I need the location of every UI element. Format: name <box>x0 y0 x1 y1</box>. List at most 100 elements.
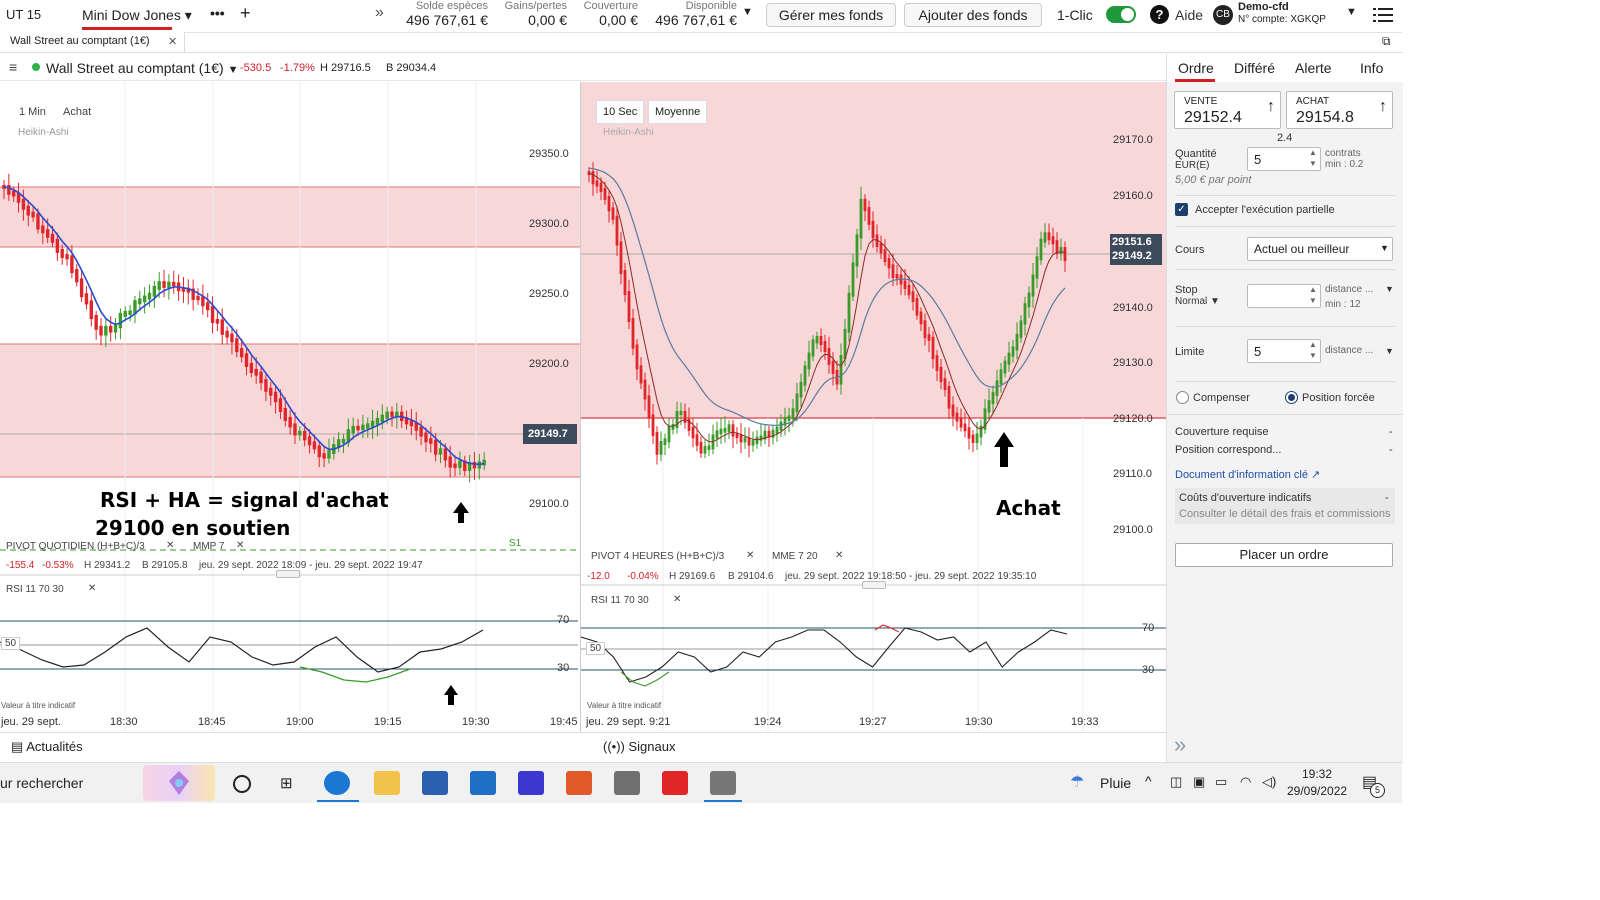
chevron-down-icon[interactable]: ▼ <box>1309 351 1317 360</box>
more-button[interactable]: ••• <box>210 5 225 21</box>
chevron-up-icon[interactable]: ▲ <box>1309 148 1317 157</box>
close-icon[interactable]: ✕ <box>673 594 681 605</box>
candle-body <box>230 333 234 343</box>
costs-box[interactable]: Coûts d'ouverture indicatifs - Consulter… <box>1175 488 1395 524</box>
chevron-down-icon[interactable]: ▼ <box>1346 6 1357 18</box>
chevron-down-icon[interactable]: ▼ <box>1309 296 1317 305</box>
limit-stepper[interactable]: 5 ▲ ▼ <box>1247 339 1321 363</box>
news-tab[interactable]: ▤ Actualités <box>11 739 83 755</box>
tab-alert[interactable]: Alerte <box>1295 60 1332 76</box>
price-label: Cours <box>1175 244 1205 256</box>
store-icon[interactable] <box>422 771 448 795</box>
help-icon[interactable]: ? <box>1150 5 1169 24</box>
chevron-down-icon[interactable]: ▼ <box>1385 284 1394 294</box>
tab-wall-street[interactable]: Wall Street au comptant (1€) ✕ <box>0 32 185 52</box>
mode-label[interactable]: Achat <box>63 106 91 118</box>
instrument-name[interactable]: Wall Street au comptant (1€) ▼ <box>46 60 238 76</box>
price-tick: 29110.0 <box>1113 468 1152 480</box>
clock-date[interactable]: 29/09/2022 <box>1287 784 1347 798</box>
list-menu-icon[interactable] <box>1373 7 1393 28</box>
chevron-down-icon[interactable]: ▼ <box>742 6 753 18</box>
cortana-icon[interactable] <box>233 775 251 793</box>
timeframe-button[interactable]: UT 15 <box>6 7 41 22</box>
candle-body <box>751 439 755 446</box>
right-chart-panel[interactable]: 10 Sec Moyenne Heikin-Ashi 29170.0 29160… <box>581 82 1166 732</box>
popout-icon[interactable]: ⧉ <box>1382 34 1391 49</box>
close-icon[interactable]: ✕ <box>746 550 754 561</box>
search-highlight-image[interactable] <box>143 765 215 801</box>
manage-funds-button[interactable]: Gérer mes fonds <box>766 3 896 27</box>
file-explorer-icon[interactable] <box>374 771 400 795</box>
chevron-up-icon[interactable]: ^ <box>1145 773 1152 789</box>
left-chart-panel[interactable]: 1 Min Achat Heikin-Ashi 29350.0 29300.0 … <box>0 82 580 732</box>
signals-tab[interactable]: ((•)) Signaux <box>603 739 675 754</box>
candle-body <box>663 438 667 445</box>
place-order-button[interactable]: Placer un ordre <box>1175 543 1393 567</box>
volume-icon[interactable]: ◁) <box>1262 774 1276 790</box>
chevron-up-icon[interactable]: ▲ <box>1309 285 1317 294</box>
wifi-icon[interactable]: ◠ <box>1240 774 1251 790</box>
instrument-selector[interactable]: Mini Dow Jones ▾ <box>82 7 192 24</box>
weather-icon[interactable]: ☂ <box>1070 772 1084 792</box>
tab-info[interactable]: Info <box>1360 60 1383 76</box>
close-icon[interactable]: ✕ <box>168 35 177 48</box>
close-icon[interactable]: ✕ <box>236 540 244 551</box>
tray-icon[interactable]: ▣ <box>1193 774 1205 790</box>
doc-link[interactable]: Document d'information clé ↗ <box>1175 468 1320 481</box>
candle-body <box>26 205 30 216</box>
weather-label[interactable]: Pluie <box>1100 775 1131 791</box>
edge-icon[interactable] <box>324 771 350 795</box>
candle-body <box>89 300 93 320</box>
candle-body <box>891 264 895 279</box>
chevron-down-icon: ▼ <box>1210 296 1220 307</box>
stop-stepper[interactable]: ▲ ▼ <box>1247 284 1321 308</box>
interval-selector[interactable]: 10 Sec <box>596 100 645 124</box>
candle-body <box>743 437 747 443</box>
stop-type[interactable]: Normal ▼ <box>1175 296 1220 307</box>
sell-button[interactable]: VENTE 29152.4 ↑ <box>1174 91 1281 129</box>
interval-label[interactable]: 1 Min <box>19 106 46 118</box>
help-link[interactable]: Aide <box>1175 7 1203 23</box>
mail-icon[interactable] <box>470 771 496 795</box>
quantity-stepper[interactable]: 5 ▲ ▼ <box>1247 147 1321 171</box>
partial-checkbox[interactable]: ✓ <box>1175 203 1188 216</box>
close-icon[interactable]: ✕ <box>88 583 96 594</box>
hamburger-icon[interactable]: ≡ <box>9 59 17 75</box>
costs-detail[interactable]: Consulter le détail des frais et commiss… <box>1179 508 1391 520</box>
youtube-icon[interactable] <box>662 771 688 795</box>
right-chart-canvas[interactable] <box>581 82 1166 732</box>
add-funds-button[interactable]: Ajouter des fonds <box>904 3 1042 27</box>
buy-button[interactable]: ACHAT 29154.8 ↑ <box>1286 91 1393 129</box>
battery-icon[interactable]: ▭ <box>1215 774 1227 790</box>
office-icon[interactable] <box>566 771 592 795</box>
clock-time[interactable]: 19:32 <box>1302 767 1332 781</box>
task-view-icon[interactable]: ⊞ <box>280 774 293 792</box>
limit-distance[interactable]: distance ... <box>1325 345 1373 356</box>
pane-resize-handle[interactable] <box>276 570 300 578</box>
tab-order[interactable]: Ordre <box>1178 60 1214 76</box>
close-icon[interactable]: ✕ <box>166 540 174 551</box>
candle-body <box>210 306 215 324</box>
calculator-icon[interactable] <box>614 771 640 795</box>
compensate-radio[interactable] <box>1176 391 1189 404</box>
left-chart-canvas[interactable] <box>0 82 580 732</box>
chart-app-icon[interactable] <box>710 771 736 795</box>
add-tab-button[interactable]: + <box>240 3 251 24</box>
chevron-down-icon[interactable]: ▼ <box>1385 346 1394 356</box>
search-box[interactable]: ur rechercher <box>0 775 83 791</box>
app-icon[interactable] <box>518 771 544 795</box>
avatar[interactable]: CB <box>1213 5 1233 25</box>
expand-icon[interactable]: » <box>1174 732 1186 758</box>
stop-distance[interactable]: distance ... <box>1325 284 1373 295</box>
forced-radio[interactable] <box>1285 391 1298 404</box>
tab-deferred[interactable]: Différé <box>1234 60 1275 76</box>
collapse-icon[interactable]: » <box>375 4 384 22</box>
mode-selector[interactable]: Moyenne <box>648 100 708 124</box>
one-click-toggle[interactable] <box>1106 6 1136 23</box>
close-icon[interactable]: ✕ <box>835 550 843 561</box>
tray-icon[interactable]: ◫ <box>1170 774 1182 790</box>
chevron-up-icon[interactable]: ▲ <box>1309 340 1317 349</box>
pane-resize-handle[interactable] <box>862 581 886 589</box>
chevron-down-icon[interactable]: ▼ <box>1309 159 1317 168</box>
price-select[interactable]: Actuel ou meilleur ▼ <box>1247 237 1393 261</box>
